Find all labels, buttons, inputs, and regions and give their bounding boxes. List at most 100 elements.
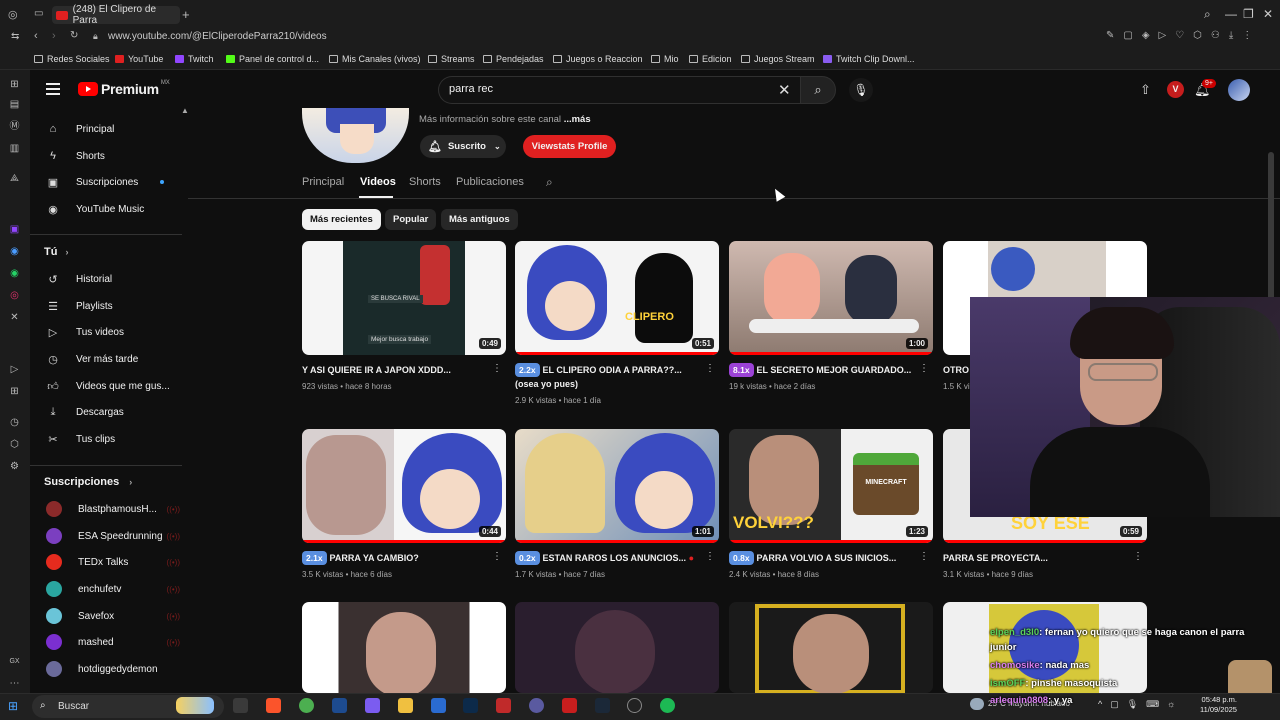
chrome-icon[interactable] — [299, 698, 314, 713]
search-box[interactable] — [438, 76, 800, 104]
more-options-icon[interactable]: ⋮ — [919, 551, 929, 562]
bookmark-item[interactable]: Edicion — [689, 54, 732, 64]
chip-mas-recientes[interactable]: Más recientes — [302, 209, 381, 230]
bookmark-item[interactable]: YouTube — [115, 54, 163, 64]
bookmark-item[interactable]: Pendejadas — [483, 54, 544, 64]
tab-shorts[interactable]: Shorts — [409, 176, 441, 188]
panel-icon[interactable]: ⊞ — [8, 78, 21, 91]
panel-icon[interactable]: ⬡ — [8, 438, 21, 451]
sidebar-item-playlists[interactable]: ☰ Playlists — [44, 296, 184, 316]
sidebar-item-descargas[interactable]: ⤓ Descargas — [44, 402, 184, 422]
video-thumbnail[interactable]: 1:00 — [729, 241, 933, 355]
clear-search-icon[interactable]: ✕ — [778, 81, 791, 99]
bookmark-item[interactable]: Streams — [428, 54, 475, 64]
settings-panel-icon[interactable]: ⚙ — [8, 460, 21, 473]
channel-avatar-large[interactable] — [302, 108, 409, 163]
panel-icon[interactable]: Ⓜ — [8, 120, 21, 133]
search-input[interactable] — [449, 83, 749, 95]
channel-more-info[interactable]: Más información sobre este canal ...más — [419, 114, 591, 125]
subscriptions-section-title[interactable]: Suscripciones › — [44, 476, 132, 488]
sidebar-item-principal[interactable]: ⌂ Principal — [44, 119, 184, 139]
more-options-icon[interactable]: ⋮ — [919, 363, 929, 374]
editor-icon[interactable] — [332, 698, 347, 713]
brave-icon[interactable] — [266, 698, 281, 713]
more-options-icon[interactable]: ⋮ — [705, 363, 715, 374]
forward-arrow-icon[interactable]: › — [52, 30, 56, 42]
url-field[interactable]: www.youtube.com/@ElCliperodeParra210/vid… — [108, 31, 327, 42]
video-thumbnail[interactable]: 0:44 — [302, 429, 506, 543]
tab-publicaciones[interactable]: Publicaciones — [456, 176, 524, 188]
explorer-icon[interactable] — [398, 698, 413, 713]
clock-panel-icon[interactable]: ◷ — [8, 416, 21, 429]
bookmark-item[interactable]: Juegos Stream — [741, 54, 815, 64]
copilot-icon[interactable] — [365, 698, 380, 713]
search-tabs-icon[interactable]: ⌕ — [1204, 7, 1211, 22]
viewstats-profile-button[interactable]: Viewstats Profile — [523, 135, 616, 158]
video-title[interactable]: Y ASI QUIERE IR A JAPON XDDD... — [302, 363, 488, 377]
video-thumbnail[interactable]: MINECRAFT VOLVI??? 1:23 — [729, 429, 933, 543]
sidebar-item-tus-videos[interactable]: ▷ Tus videos — [44, 322, 184, 342]
account-avatar[interactable] — [1228, 79, 1250, 101]
bookmark-item[interactable]: Mio — [651, 54, 679, 64]
sidebar-item-suscripciones[interactable]: ▣ Suscripciones — [44, 172, 184, 192]
panel-icon[interactable]: ⊞ — [8, 385, 21, 398]
bookmark-item[interactable]: Twitch — [175, 54, 214, 64]
sidebar-sub-channel[interactable]: enchufetv ((•)) — [44, 579, 180, 599]
youtube-logo[interactable]: Premium MX — [78, 80, 170, 97]
sidebar-item-ver-mas-tarde[interactable]: ◷ Ver más tarde — [44, 349, 184, 369]
sidebar-sub-channel[interactable]: BlastphamousH... ((•)) — [44, 499, 180, 519]
panel-icon[interactable]: ⟁ — [8, 172, 21, 185]
video-thumbnail[interactable]: CLIPERO 0:51 — [515, 241, 719, 355]
bookmark-item[interactable]: Redes Sociales — [34, 54, 110, 64]
bookmark-item[interactable]: Juegos o Reaccion — [553, 54, 643, 64]
video-thumbnail[interactable] — [729, 602, 933, 693]
panel-icon[interactable]: ▷ — [8, 363, 21, 376]
video-thumbnail[interactable] — [515, 602, 719, 693]
video-title[interactable]: 2.1x PARRA YA CAMBIO? — [302, 551, 488, 565]
new-tab-button[interactable]: + — [182, 7, 190, 22]
steam-icon[interactable] — [595, 698, 610, 713]
windows-start-icon[interactable]: ⊞ — [8, 699, 18, 713]
sidebar-sub-channel[interactable]: mashed ((•)) — [44, 632, 180, 652]
back-icon[interactable]: ⇆ — [11, 31, 19, 42]
more-panel-icon[interactable]: ⋯ — [8, 677, 21, 690]
bookmark-item[interactable]: Panel de control d... — [226, 54, 319, 64]
channel-search-icon[interactable]: ⌕ — [546, 175, 553, 190]
video-title[interactable]: 8.1x EL SECRETO MEJOR GUARDADO... — [729, 363, 915, 377]
subscribed-button[interactable]: 🔔︎ Suscrito ⌄ — [420, 135, 506, 158]
task-view-icon[interactable] — [233, 698, 248, 713]
viewstats-extension-icon[interactable]: V — [1167, 81, 1184, 98]
app-icon[interactable] — [496, 698, 511, 713]
messenger-panel-icon[interactable]: ◉ — [8, 245, 21, 258]
minimize-icon[interactable]: — — [1225, 7, 1237, 21]
video-thumbnail[interactable]: 1:01 — [515, 429, 719, 543]
bookmark-item[interactable]: Twitch Clip Downl... — [823, 54, 915, 64]
sidebar-sub-channel[interactable]: ESA Speedrunning ((•)) — [44, 526, 180, 546]
tab-principal[interactable]: Principal — [302, 176, 344, 188]
reload-icon[interactable]: ↻ — [70, 30, 78, 41]
twitch-panel-icon[interactable]: ▣ — [8, 223, 21, 236]
video-thumbnail[interactable] — [302, 602, 506, 693]
menu-icon[interactable] — [46, 83, 60, 95]
video-thumbnail[interactable]: SE BUSCA RIVAL Mejor busca trabajo 0:49 — [302, 241, 506, 355]
back-arrow-icon[interactable]: ‹ — [34, 30, 38, 42]
sidebar-item-liked-videos[interactable]: 👍︎ Videos que me gus... — [44, 376, 184, 396]
tab-videos[interactable]: Videos — [360, 176, 396, 188]
obs-icon[interactable] — [627, 698, 642, 713]
sidebar-item-historial[interactable]: ↺ Historial — [44, 269, 184, 289]
sidebar-item-tus-clips[interactable]: ✂ Tus clips — [44, 429, 184, 449]
sidebar-item-shorts[interactable]: ϟ Shorts — [44, 146, 184, 166]
panel-icon[interactable]: ▥ — [8, 142, 21, 155]
spotify-icon[interactable] — [660, 698, 675, 713]
panel-icon[interactable]: ▤ — [8, 98, 21, 111]
clock[interactable]: 05:48 p.m. 11/09/2025 — [1200, 695, 1237, 715]
video-title[interactable]: 0.2x ESTAN RAROS LOS ANUNCIOS... ● — [515, 551, 701, 565]
extensions-icons[interactable]: ✎▢◈▷♡⬡⚇⤓⋮ — [1106, 30, 1261, 41]
instagram-panel-icon[interactable]: ◎ — [8, 289, 21, 302]
upload-icon[interactable]: ⇧ — [1140, 82, 1151, 98]
mic-icon[interactable]: 🎙︎ — [849, 78, 873, 102]
tray-icons[interactable]: ^▢🎙︎⌨☼ — [1098, 699, 1183, 710]
bookmark-item[interactable]: Mis Canales (vivos) — [329, 54, 421, 64]
sidebar-item-youtube-music[interactable]: ◉ YouTube Music — [44, 199, 184, 219]
more-options-icon[interactable]: ⋮ — [705, 551, 715, 562]
